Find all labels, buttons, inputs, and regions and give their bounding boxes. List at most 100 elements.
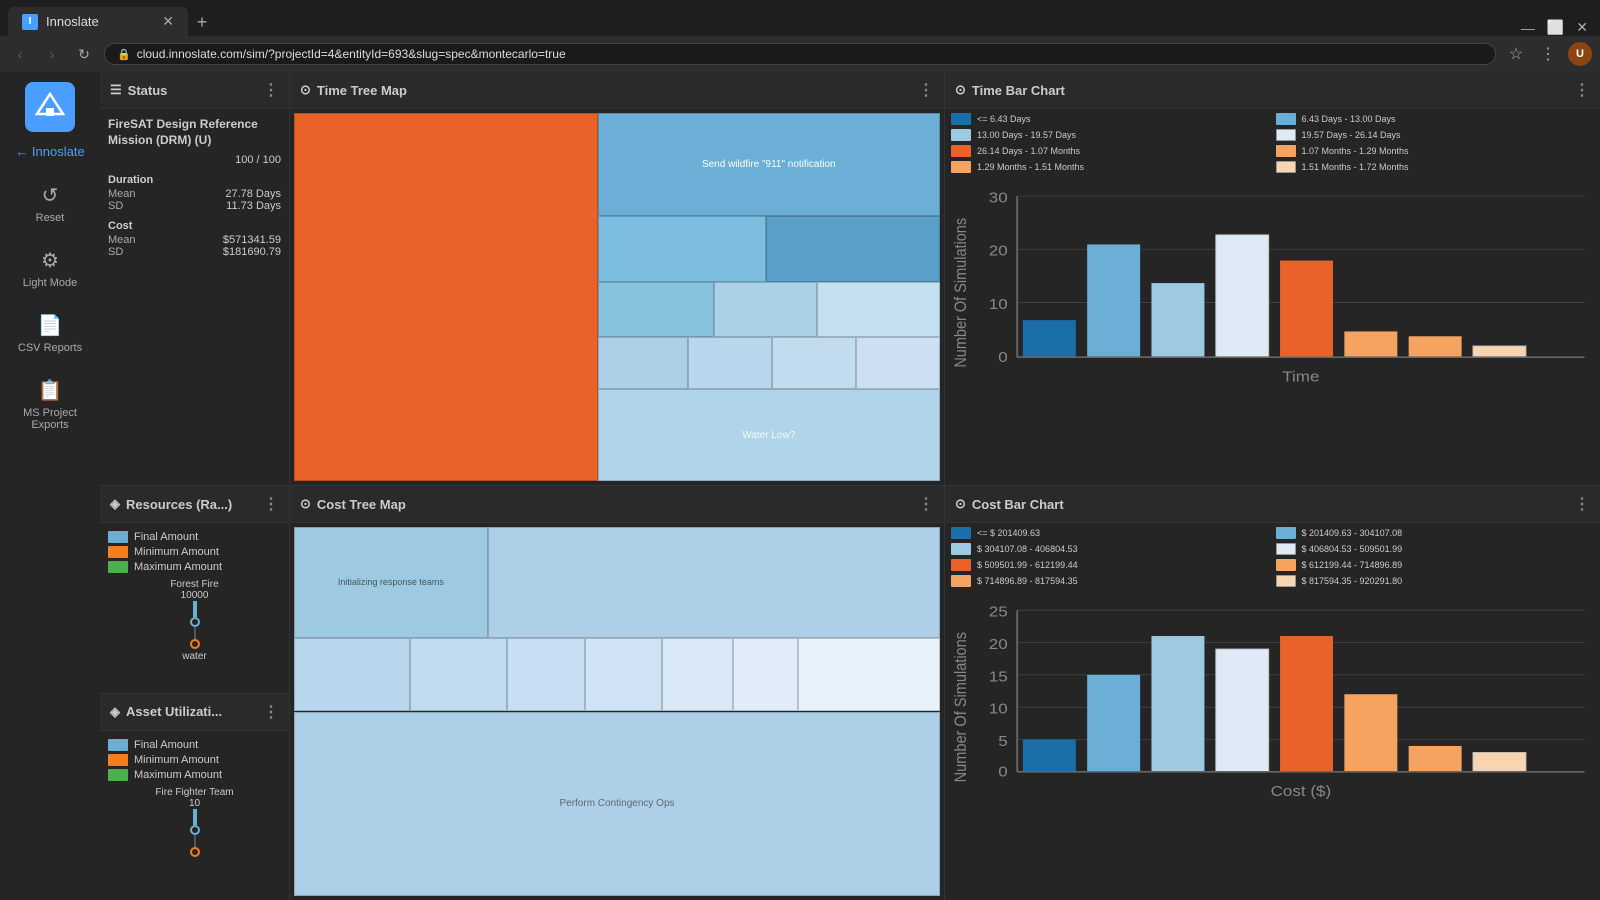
duration-sd-row: SD 11.73 Days: [108, 200, 281, 212]
time-treemap-more-button[interactable]: ⋮: [918, 80, 934, 100]
asset-more-button[interactable]: ⋮: [263, 702, 279, 722]
treemap-cell-r3c1: [598, 282, 714, 337]
svg-text:Time: Time: [1282, 369, 1319, 385]
water-label: water: [182, 651, 206, 662]
browser-menu-button[interactable]: ⋮: [1536, 42, 1560, 66]
forest-fire-node: [190, 617, 200, 627]
legend-item-2: 13.00 Days - 19.57 Days: [951, 129, 1270, 141]
logo[interactable]: [25, 82, 75, 132]
cost-treemap-cell-init: Initializing response teams: [294, 527, 488, 638]
cost-legend-1: $ 201409.63 - 304107.08: [1276, 527, 1595, 539]
sidebar-item-ms-project[interactable]: 📋 MS Project Exports: [0, 370, 100, 439]
resources-more-button[interactable]: ⋮: [263, 494, 279, 514]
light-mode-icon: ⚙: [41, 248, 59, 273]
browser-chrome: I Innoslate ✕ + — ⬜ ✕ ‹ › ↻ 🔒 cloud.inno…: [0, 0, 1600, 72]
time-barchart-card: ⊙ Time Bar Chart ⋮ <= 6.43 Days 6.43 Day…: [945, 72, 1600, 486]
fire-fighter-bar: [193, 809, 197, 825]
resources-legend-0: Final Amount: [108, 531, 281, 543]
svg-text:Number Of Simulations: Number Of Simulations: [952, 632, 970, 782]
tab-close-button[interactable]: ✕: [162, 13, 174, 30]
window-controls: — ⬜ ✕: [1509, 19, 1600, 36]
resource-forest-fire: Forest Fire 10000 water: [108, 579, 281, 662]
reset-icon: ↺: [42, 183, 59, 208]
svg-text:0: 0: [998, 765, 1008, 781]
refresh-button[interactable]: ↻: [72, 42, 96, 66]
status-duration-section: Duration Mean 27.78 Days SD 11.73 Days: [108, 174, 281, 212]
time-barchart-more-button[interactable]: ⋮: [1574, 80, 1590, 100]
resources-legend-2: Maximum Amount: [108, 561, 281, 573]
cost-treemap-body: Initializing response teams Perform Cont…: [290, 523, 944, 900]
cost-treemap-header-icon: ⊙: [300, 496, 311, 512]
cost-treemap-cell-tr: [488, 527, 940, 638]
cost-legend-0: <= $ 201409.63: [951, 527, 1270, 539]
svg-text:10: 10: [989, 297, 1008, 313]
treemap-cell-r3c2: [714, 282, 817, 337]
sidebar-item-light-mode[interactable]: ⚙ Light Mode: [0, 240, 100, 297]
cost-barchart-header-label: Cost Bar Chart: [972, 497, 1064, 512]
time-treemap-header: ⊙ Time Tree Map ⋮: [290, 72, 944, 109]
left-bottom-column: ◈ Resources (Ra...) ⋮ Final Amount Minim…: [100, 486, 290, 900]
svg-text:10: 10: [989, 702, 1008, 718]
tab-bar: I Innoslate ✕ + — ⬜ ✕: [0, 0, 1600, 36]
cost-cell-r2c4: [585, 638, 663, 712]
svg-text:15: 15: [989, 669, 1008, 685]
legend-item-5: 1.07 Months - 1.29 Months: [1276, 145, 1595, 157]
status-header-icon: ☰: [110, 82, 122, 98]
cost-barchart-more-button[interactable]: ⋮: [1574, 494, 1590, 514]
minimize-button[interactable]: —: [1521, 20, 1535, 36]
active-tab[interactable]: I Innoslate ✕: [8, 7, 188, 36]
new-tab-button[interactable]: +: [188, 8, 216, 36]
svg-text:20: 20: [989, 637, 1008, 653]
treemap-cell-r4c3: [772, 337, 856, 389]
status-more-button[interactable]: ⋮: [263, 80, 279, 100]
legend-item-0: <= 6.43 Days: [951, 113, 1270, 125]
cost-barchart-card: ⊙ Cost Bar Chart ⋮ <= $ 201409.63 $ 2014…: [945, 486, 1600, 900]
sidebar-item-csv-reports[interactable]: 📄 CSV Reports: [0, 305, 100, 362]
time-treemap-header-label: Time Tree Map: [317, 83, 407, 98]
cost-treemap-cells: Initializing response teams Perform Cont…: [294, 527, 940, 896]
back-button[interactable]: ‹: [8, 42, 32, 66]
address-bar[interactable]: 🔒 cloud.innoslate.com/sim/?projectId=4&e…: [104, 43, 1496, 65]
time-barchart-header-label: Time Bar Chart: [972, 83, 1065, 98]
ssl-icon: 🔒: [117, 48, 131, 61]
reset-label: Reset: [36, 212, 65, 224]
legend-item-7: 1.51 Months - 1.72 Months: [1276, 161, 1595, 173]
user-avatar[interactable]: U: [1568, 42, 1592, 66]
fire-fighter-value: 10: [189, 798, 200, 809]
time-barchart-header: ⊙ Time Bar Chart ⋮: [945, 72, 1600, 109]
cost-barchart-legend: <= $ 201409.63 $ 201409.63 - 304107.08 $…: [951, 527, 1594, 590]
tab-label: Innoslate: [46, 14, 99, 29]
forest-fire-connector: [194, 627, 196, 639]
asset-utilization-card: ◈ Asset Utilizati... ⋮ Final Amount Mini…: [100, 694, 289, 900]
asset-fire-fighter: Fire Fighter Team 10: [108, 787, 281, 857]
forward-button[interactable]: ›: [40, 42, 64, 66]
cost-cell-r2c5: [662, 638, 733, 712]
cost-cell-r2c2: [410, 638, 507, 712]
time-barchart-area: 30 20 10 0: [951, 180, 1594, 470]
fire-fighter-node1: [190, 825, 200, 835]
forest-fire-label: Forest Fire: [170, 579, 218, 590]
asset-body: Final Amount Minimum Amount Maximum Amou…: [100, 731, 289, 900]
duration-mean-label: Mean: [108, 188, 136, 200]
cost-treemap-header: ⊙ Cost Tree Map ⋮: [290, 486, 944, 523]
forest-fire-value: 10000: [181, 590, 209, 601]
cost-legend-7: $ 817594.35 - 920291.80: [1276, 575, 1595, 587]
restore-button[interactable]: ⬜: [1547, 19, 1564, 36]
treemap-cell-r4c4: [856, 337, 940, 389]
duration-sd-label: SD: [108, 200, 123, 212]
cost-mean-label: Mean: [108, 234, 136, 246]
cost-treemap-more-button[interactable]: ⋮: [918, 494, 934, 514]
asset-legend-1: Minimum Amount: [108, 754, 281, 766]
sidebar-innoslate-link[interactable]: ← Innoslate: [15, 144, 84, 159]
svg-text:30: 30: [989, 191, 1008, 207]
sidebar-item-reset[interactable]: ↺ Reset: [0, 175, 100, 232]
asset-legend-2: Maximum Amount: [108, 769, 281, 781]
bookmark-button[interactable]: ☆: [1504, 42, 1528, 66]
forest-fire-node2: [190, 639, 200, 649]
cost-barchart-header: ⊙ Cost Bar Chart ⋮: [945, 486, 1600, 523]
treemap-cell-water-low: Water Low?: [598, 389, 940, 481]
close-button[interactable]: ✕: [1576, 19, 1588, 36]
asset-header-icon: ◈: [110, 704, 120, 720]
logo-icon: [35, 92, 65, 122]
duration-sd-value: 11.73 Days: [226, 200, 281, 212]
